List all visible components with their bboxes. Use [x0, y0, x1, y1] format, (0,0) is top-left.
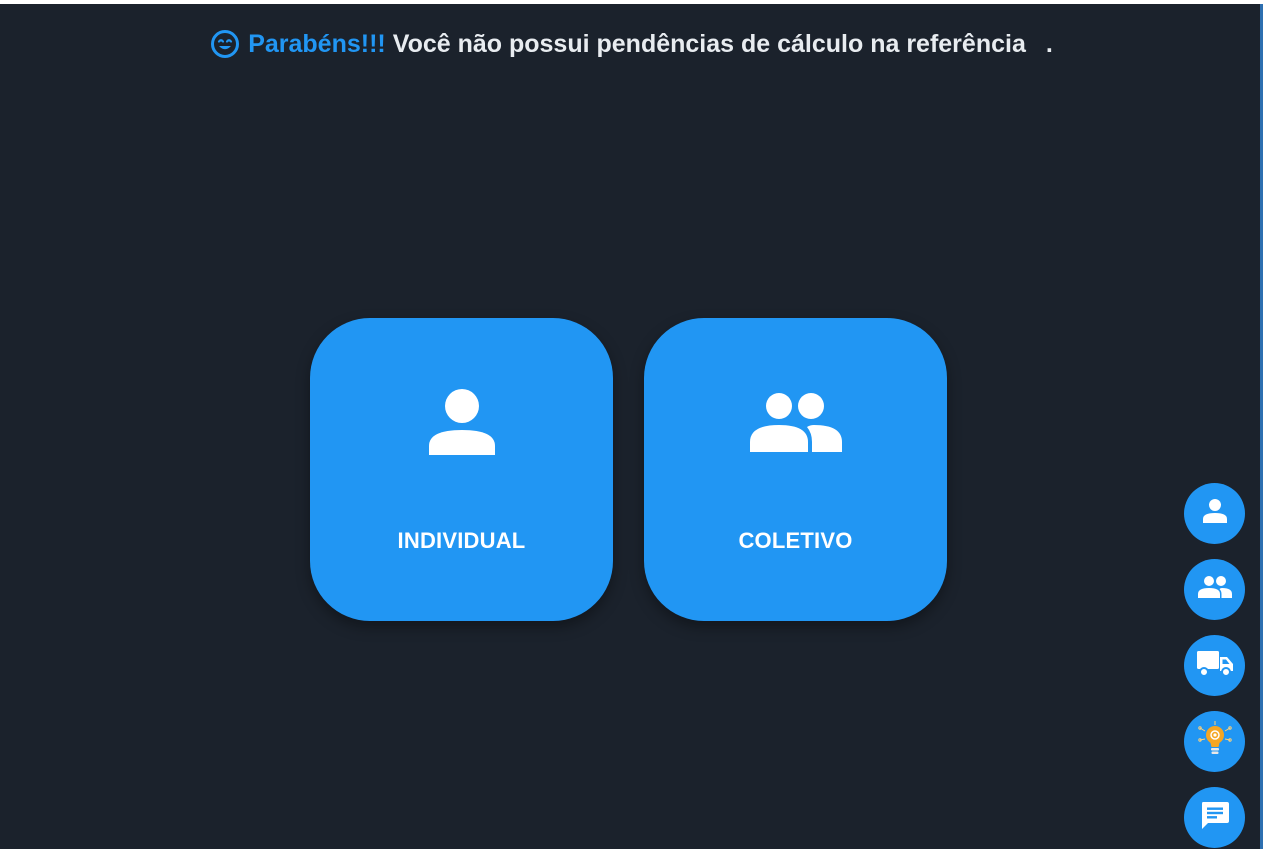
person-icon — [428, 388, 495, 455]
fab-chat-button[interactable] — [1184, 787, 1245, 848]
banner-message: Você não possui pendências de cálculo na… — [392, 29, 1026, 58]
person-icon — [1202, 498, 1228, 529]
smile-icon — [210, 29, 240, 59]
fab-individual-button[interactable] — [1184, 483, 1245, 544]
status-banner: Parabéns!!! Você não possui pendências d… — [0, 26, 1263, 62]
truck-icon — [1196, 649, 1234, 682]
chat-icon — [1199, 799, 1231, 836]
fab-truck-button[interactable] — [1184, 635, 1245, 696]
lightbulb-icon — [1196, 720, 1234, 763]
individual-card[interactable]: INDIVIDUAL — [310, 318, 613, 621]
group-icon — [749, 392, 842, 452]
individual-label: INDIVIDUAL — [397, 528, 526, 553]
fab-coletivo-button[interactable] — [1184, 559, 1245, 620]
banner-trailing: . — [1045, 29, 1053, 58]
coletivo-label: COLETIVO — [738, 528, 853, 553]
top-strip — [0, 0, 1263, 4]
congrats-text: Parabéns!!! — [248, 29, 386, 58]
coletivo-card[interactable]: COLETIVO — [644, 318, 947, 621]
group-icon — [1197, 576, 1232, 603]
fab-ideas-button[interactable] — [1184, 711, 1245, 772]
